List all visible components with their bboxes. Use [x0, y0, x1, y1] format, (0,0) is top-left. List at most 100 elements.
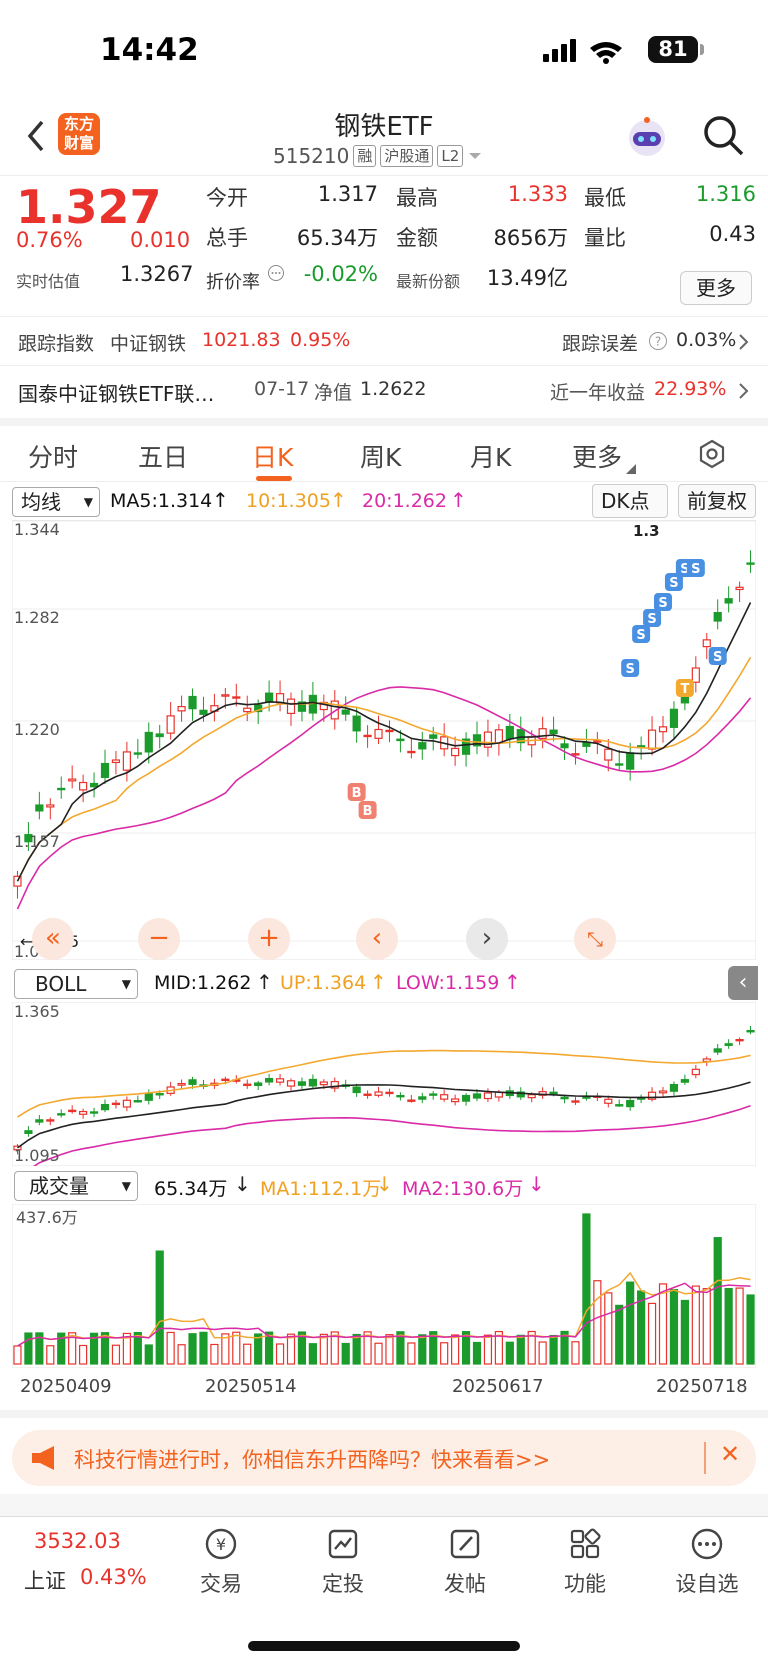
- open-label: 今开: [206, 186, 248, 210]
- forward-adjust-button[interactable]: 前复权: [678, 484, 756, 518]
- low-value: 1.316: [695, 182, 756, 206]
- date-label-2: 20250617: [452, 1376, 544, 1397]
- volume-bar: [604, 1292, 613, 1365]
- high-label: 最高: [396, 186, 438, 210]
- next-button[interactable]: ›: [466, 918, 508, 960]
- share-label: 最新份额: [396, 272, 461, 291]
- chevron-right-icon[interactable]: [738, 382, 750, 400]
- boll-candle: [275, 1078, 285, 1083]
- sell-marker: S: [669, 576, 678, 591]
- date-label-3: 20250718: [656, 1376, 748, 1397]
- low-label: 最低: [584, 186, 626, 210]
- info-icon[interactable]: [267, 264, 285, 282]
- stock-code-row: 515210 融 沪股通 L2: [273, 144, 483, 168]
- tab-five-day[interactable]: 五日: [138, 438, 188, 474]
- battery-icon: 81: [648, 36, 698, 63]
- volume-bar: [385, 1334, 394, 1365]
- volume-chart[interactable]: [12, 1204, 756, 1368]
- volume-bar: [658, 1283, 668, 1365]
- chevron-right-icon[interactable]: [738, 333, 750, 351]
- k-candle: [658, 726, 668, 733]
- boll-candle: [396, 1094, 405, 1098]
- k-candle: [702, 639, 711, 648]
- sell-marker: S: [636, 628, 645, 643]
- year-return-value: 22.93%: [654, 378, 727, 400]
- k-candle: [166, 715, 175, 734]
- index-value[interactable]: 3532.03: [34, 1529, 121, 1553]
- divider: [0, 1410, 768, 1418]
- k-candle: [615, 763, 624, 766]
- close-icon[interactable]: ✕: [720, 1440, 740, 1468]
- ytick-0: 1.344: [14, 520, 60, 539]
- volume-bar: [647, 1302, 657, 1365]
- chevron-left-icon: ‹: [738, 970, 748, 995]
- volume-bar: [407, 1342, 416, 1365]
- kline-chart[interactable]: SSSSSS SSTBB: [12, 520, 756, 960]
- nav-functions[interactable]: 功能: [530, 1525, 640, 1598]
- date-label-1: 20250514: [205, 1376, 297, 1397]
- zoom-in-button[interactable]: +: [248, 918, 290, 960]
- boll-select-label: BOLL: [35, 972, 87, 996]
- up-arrow-icon: ↑: [212, 488, 229, 512]
- dropdown-icon[interactable]: [467, 151, 483, 161]
- indicator-select[interactable]: 均线 ▼: [12, 487, 100, 517]
- track-error-label: 跟踪误差: [562, 333, 639, 355]
- k-candle: [79, 781, 88, 791]
- tab-monthly-k[interactable]: 月K: [470, 438, 511, 474]
- prev-button[interactable]: ‹: [356, 918, 398, 960]
- search-icon[interactable]: [700, 112, 746, 158]
- tab-daily-k[interactable]: 日K: [252, 438, 293, 474]
- dk-point-button[interactable]: DK点: [592, 484, 668, 518]
- buy-marker: B: [352, 786, 362, 801]
- boll-select[interactable]: BOLL ▼: [14, 969, 138, 999]
- boll-candle: [385, 1091, 394, 1095]
- more-button[interactable]: 更多: [680, 271, 752, 305]
- settings-gear-icon[interactable]: [696, 438, 728, 470]
- tab-weekly-k[interactable]: 周K: [360, 438, 401, 474]
- index-name[interactable]: 上证: [24, 1565, 66, 1595]
- volume-bar: [308, 1343, 317, 1365]
- collapse-panel-button[interactable]: ‹: [728, 966, 758, 1000]
- zoom-out-button[interactable]: −: [138, 918, 180, 960]
- boll-chart[interactable]: [12, 1002, 756, 1166]
- linked-fund-row[interactable]: 国泰中证钢铁ETF联… 07-17 净值 1.2622 近一年收益 22.93%: [0, 366, 768, 416]
- k-candle: [691, 667, 700, 683]
- help-icon[interactable]: ?: [648, 331, 668, 351]
- volume-bar: [319, 1333, 328, 1365]
- index-pct[interactable]: 0.43%: [80, 1565, 147, 1589]
- nav-fixed-invest[interactable]: 定投: [288, 1525, 398, 1598]
- minus-icon: −: [148, 923, 170, 953]
- promo-banner[interactable]: 科技行情进行时，你相信东升西降吗？快来看看>> ✕: [12, 1430, 756, 1486]
- nav-add-watchlist[interactable]: 设自选: [652, 1525, 762, 1598]
- fullscreen-button[interactable]: ⤡: [574, 918, 616, 960]
- tab-more[interactable]: 更多: [572, 438, 622, 474]
- vol-ratio-value: 0.43: [709, 222, 756, 246]
- robot-assistant-icon[interactable]: [624, 114, 670, 160]
- boll-candle: [472, 1093, 482, 1099]
- tag-margin: 融: [353, 145, 377, 167]
- nav-date: 07-17: [254, 378, 310, 400]
- up-arrow-icon: ↑: [370, 970, 387, 994]
- k-candle: [735, 586, 744, 591]
- boll-candle: [352, 1086, 361, 1094]
- volume-bar: [243, 1343, 252, 1365]
- nav-post[interactable]: 发帖: [410, 1525, 520, 1598]
- k-candle: [626, 752, 635, 770]
- tracking-index-row[interactable]: 跟踪指数 中证钢铁 1021.83 0.95% 跟踪误差 ? 0.03%: [0, 316, 768, 366]
- boll-candle: [669, 1083, 679, 1092]
- k-candle: [505, 725, 514, 740]
- ma20-value: 20:1.262: [362, 490, 447, 512]
- volume-select[interactable]: 成交量 ▼: [14, 1171, 138, 1201]
- tab-intraday[interactable]: 分时: [28, 438, 78, 474]
- volume-bar: [13, 1345, 22, 1365]
- k-candle: [177, 706, 186, 712]
- chevron-right-icon: ›: [481, 923, 493, 953]
- volume-bar: [440, 1342, 449, 1365]
- boll-candle: [691, 1068, 700, 1076]
- volume-bar: [144, 1344, 153, 1365]
- linked-fund-name: 国泰中证钢铁ETF联…: [18, 382, 215, 406]
- volume-bar: [680, 1299, 689, 1365]
- k-candle: [593, 740, 602, 743]
- rewind-button[interactable]: «: [32, 918, 74, 960]
- nav-trade[interactable]: ¥ 交易: [166, 1525, 276, 1598]
